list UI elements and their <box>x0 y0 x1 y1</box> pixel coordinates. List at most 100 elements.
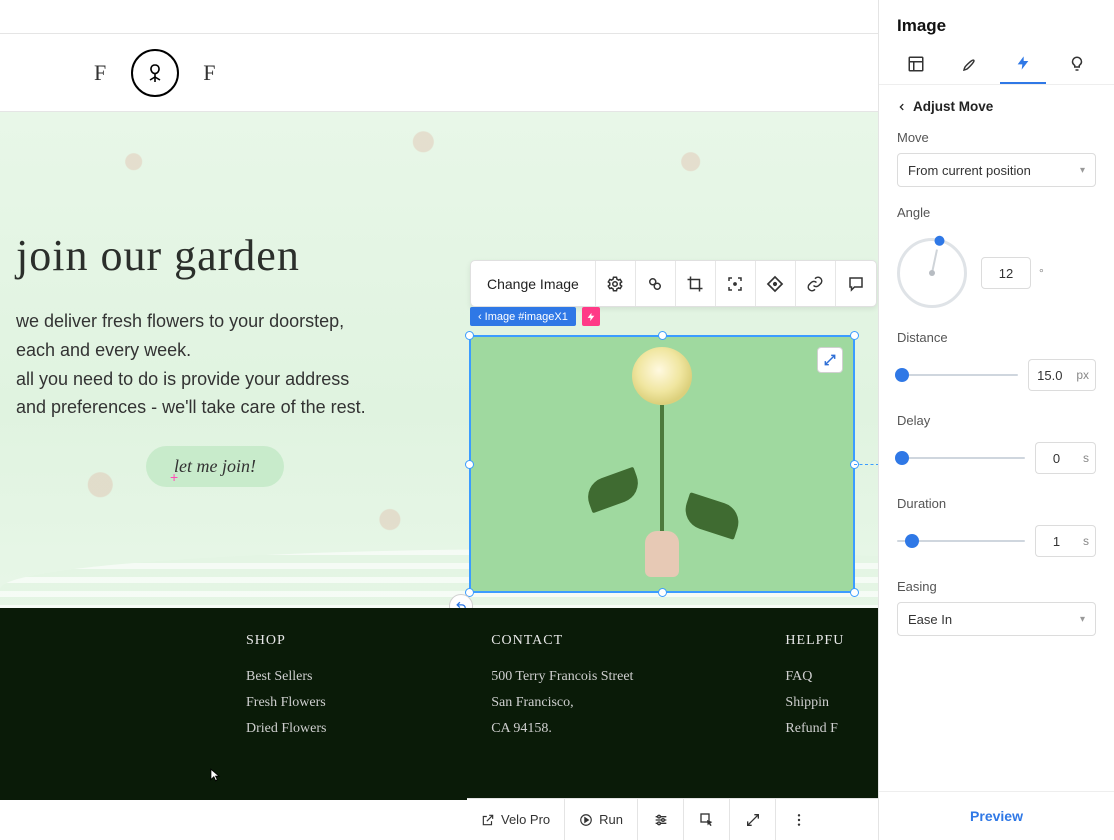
panel-title: Image <box>879 0 1114 44</box>
chevron-left-icon: ‹ <box>478 311 482 323</box>
angle-input[interactable]: 12 <box>981 257 1031 289</box>
focal-point-icon[interactable] <box>716 261 756 306</box>
chevron-down-icon: ▾ <box>1080 614 1085 625</box>
distance-label: Distance <box>897 330 1096 345</box>
delay-unit: s <box>1077 442 1096 474</box>
footer-heading-contact: CONTACT <box>491 633 713 649</box>
footer-link[interactable]: Dried Flowers <box>246 721 431 737</box>
duration-slider[interactable] <box>897 540 1025 542</box>
hero-text: join our garden we deliver fresh flowers… <box>16 230 366 487</box>
panel-back-label: Adjust Move <box>913 99 993 114</box>
comment-icon[interactable] <box>836 261 876 306</box>
velo-pro-button[interactable]: Velo Pro <box>467 799 565 840</box>
footer-col-contact: CONTACT 500 Terry Francois Street San Fr… <box>491 633 713 737</box>
rose-illustration <box>632 347 692 575</box>
change-image-button[interactable]: Change Image <box>471 261 596 306</box>
slider-thumb[interactable] <box>905 534 919 548</box>
site-footer: SHOP Best Sellers Fresh Flowers Dried Fl… <box>0 608 878 800</box>
animation-icon[interactable] <box>756 261 796 306</box>
slider-thumb[interactable] <box>895 451 909 465</box>
chevron-down-icon: ▾ <box>1080 165 1085 176</box>
element-badge[interactable]: ‹ Image #imageX1 <box>470 307 576 326</box>
resize-handle[interactable] <box>465 460 474 469</box>
panel-back[interactable]: Adjust Move <box>879 85 1114 120</box>
link-icon[interactable] <box>796 261 836 306</box>
logo-icon <box>131 49 179 97</box>
angle-unit: ° <box>1039 266 1044 280</box>
mask-icon[interactable] <box>636 261 676 306</box>
distance-unit: px <box>1070 359 1096 391</box>
distance-slider[interactable] <box>897 374 1018 376</box>
hero-line: all you need to do is provide your addre… <box>16 365 366 394</box>
join-button[interactable]: let me join! <box>146 446 284 487</box>
hero-body[interactable]: we deliver fresh flowers to your doorste… <box>16 307 366 422</box>
footer-heading-shop: SHOP <box>246 633 431 649</box>
footer-link[interactable]: Refund F <box>785 721 878 737</box>
delay-label: Delay <box>897 413 1096 428</box>
resize-handle[interactable] <box>850 331 859 340</box>
hero-line: each and every week. <box>16 336 366 365</box>
resize-handle[interactable] <box>658 331 667 340</box>
footer-line: San Francisco, <box>491 695 713 711</box>
selected-image[interactable] <box>470 336 854 592</box>
logo-letter-left: F <box>94 60 107 86</box>
easing-label: Easing <box>897 579 1096 594</box>
tab-design[interactable] <box>947 44 993 84</box>
expand-icon[interactable] <box>817 347 843 373</box>
crop-icon[interactable] <box>676 261 716 306</box>
footer-link[interactable]: FAQ <box>785 669 878 685</box>
hero-line: and preferences - we'll take care of the… <box>16 393 366 422</box>
duration-unit: s <box>1077 525 1096 557</box>
settings-icon[interactable] <box>596 261 636 306</box>
tab-layout[interactable] <box>893 44 939 84</box>
duration-input[interactable]: 1 <box>1035 525 1077 557</box>
panel-tabs <box>879 44 1114 85</box>
move-select[interactable]: From current position ▾ <box>897 153 1096 187</box>
resize-handle[interactable] <box>658 588 667 597</box>
slider-thumb[interactable] <box>895 368 909 382</box>
resize-handle[interactable] <box>850 588 859 597</box>
element-badge-row: ‹ Image #imageX1 <box>470 307 600 326</box>
run-button[interactable]: Run <box>565 799 638 840</box>
delay-input[interactable]: 0 <box>1035 442 1077 474</box>
velo-pro-label: Velo Pro <box>501 812 550 827</box>
resize-handle[interactable] <box>465 331 474 340</box>
easing-select[interactable]: Ease In ▾ <box>897 602 1096 636</box>
angle-handle[interactable] <box>934 235 946 247</box>
footer-line: 500 Terry Francois Street <box>491 669 713 685</box>
footer-link[interactable]: Best Sellers <box>246 669 431 685</box>
footer-heading-links: HELPFU <box>785 633 878 649</box>
footer-link[interactable]: Shippin <box>785 695 878 711</box>
logo-letter-right: F <box>203 60 216 86</box>
hero-title[interactable]: join our garden <box>16 230 366 281</box>
duration-label: Duration <box>897 496 1096 511</box>
angle-dial[interactable] <box>897 238 967 308</box>
angle-label: Angle <box>897 205 1096 220</box>
distance-input[interactable]: 15.0 <box>1028 359 1070 391</box>
properties-panel-button[interactable] <box>638 799 684 840</box>
tab-animation[interactable] <box>1000 44 1046 84</box>
move-select-value: From current position <box>908 163 1031 178</box>
footer-col-shop: SHOP Best Sellers Fresh Flowers Dried Fl… <box>246 633 431 737</box>
delay-slider[interactable] <box>897 457 1025 459</box>
footer-col-links: HELPFU FAQ Shippin Refund F <box>785 633 878 737</box>
right-panel: Image Adjust Move Move From current posi… <box>878 0 1114 840</box>
easing-select-value: Ease In <box>908 612 952 627</box>
fullscreen-button[interactable] <box>730 799 776 840</box>
inspect-button[interactable] <box>684 799 730 840</box>
tab-help[interactable] <box>1054 44 1100 84</box>
run-label: Run <box>599 812 623 827</box>
preview-button[interactable]: Preview <box>970 808 1023 824</box>
chevron-left-icon <box>897 101 907 113</box>
animation-badge[interactable] <box>582 307 600 326</box>
hero-line: we deliver fresh flowers to your doorste… <box>16 307 366 336</box>
element-badge-label: Image #imageX1 <box>485 311 568 323</box>
footer-link[interactable]: Fresh Flowers <box>246 695 431 711</box>
guide-line <box>854 464 879 465</box>
more-button[interactable] <box>776 799 822 840</box>
image-toolbar: Change Image <box>470 260 877 307</box>
footer-line: CA 94158. <box>491 721 713 737</box>
selected-image-wrap[interactable] <box>470 336 854 592</box>
logo-group: F F <box>94 49 217 97</box>
bottom-toolbar: Velo Pro Run <box>467 798 878 840</box>
